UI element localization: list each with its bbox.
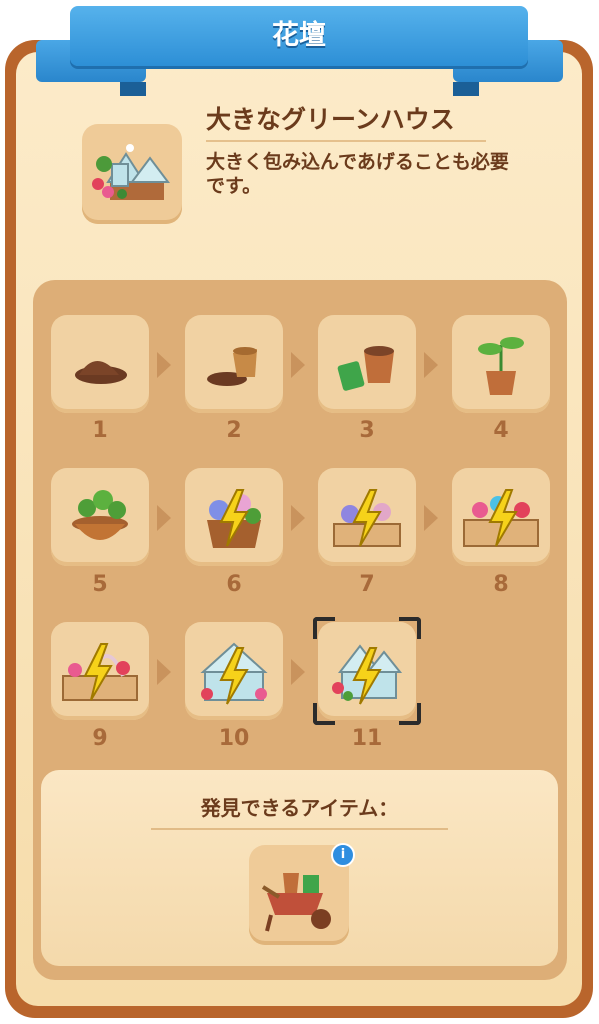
stage-cell-10[interactable]: [185, 622, 283, 720]
stage-number: 4: [493, 418, 509, 443]
item-name: 大きなグリーンハウス: [206, 105, 455, 134]
stage-number: 9: [92, 726, 108, 751]
panel-title: 花壇: [272, 20, 326, 51]
selection-corner: [399, 703, 421, 725]
stage-arrow: [157, 659, 171, 685]
stage-number: 11: [351, 726, 383, 751]
greenhouse-icon: [92, 144, 170, 200]
stage-cell-5[interactable]: [51, 468, 149, 566]
stage-number: 8: [493, 572, 509, 597]
flower-planter-icon: [207, 489, 261, 548]
selection-corner: [399, 617, 421, 639]
stage-arrow: [424, 505, 438, 531]
flower-bed-icon: [463, 489, 539, 547]
sprout-pot-icon: [478, 337, 524, 395]
item-description: 大きく包み込んであげることも必要です。: [206, 151, 509, 197]
leafy-pot-icon: [72, 490, 128, 540]
stage-number: 1: [92, 418, 108, 443]
item-preview[interactable]: [82, 124, 182, 224]
fenced-bed-icon: [333, 489, 401, 547]
stage-arrow: [291, 352, 305, 378]
stage-arrow: [424, 352, 438, 378]
stage-number: 6: [226, 572, 242, 597]
discoverable-divider: [151, 828, 448, 830]
stage-cell-2[interactable]: [185, 315, 283, 413]
selection-corner: [313, 617, 335, 639]
discoverable-section: 発見できるアイテム： i: [41, 770, 558, 966]
stage-arrow: [291, 505, 305, 531]
small-greenhouse-icon: [200, 642, 268, 705]
arch-bed-icon: [62, 643, 138, 701]
stage-cell-9[interactable]: [51, 622, 149, 720]
stage-arrow: [291, 659, 305, 685]
stage-arrow: [157, 505, 171, 531]
stage-cell-4[interactable]: [452, 315, 550, 413]
discoverable-title: 発見できるアイテム：: [200, 796, 399, 820]
tipped-pot-icon: [207, 347, 257, 386]
title-divider: [206, 140, 486, 142]
stage-cell-1[interactable]: [51, 315, 149, 413]
pot-seeds-icon: [337, 346, 394, 391]
stage-number: 7: [359, 572, 375, 597]
stage-number: 3: [359, 418, 375, 443]
info-button[interactable]: i: [331, 843, 355, 867]
stage-cell-8[interactable]: [452, 468, 550, 566]
selection-corner: [313, 703, 335, 725]
stage-number: 10: [218, 726, 250, 751]
stage-cell-7[interactable]: [318, 468, 416, 566]
discoverable-item[interactable]: i: [249, 843, 355, 945]
dirt-pile-icon: [75, 361, 127, 384]
stage-number: 5: [92, 572, 108, 597]
title-ribbon: 花壇: [70, 6, 528, 66]
stage-arrow: [157, 352, 171, 378]
stage-cell-6[interactable]: [185, 468, 283, 566]
stage-cell-3[interactable]: [318, 315, 416, 413]
stage-number: 2: [226, 418, 242, 443]
